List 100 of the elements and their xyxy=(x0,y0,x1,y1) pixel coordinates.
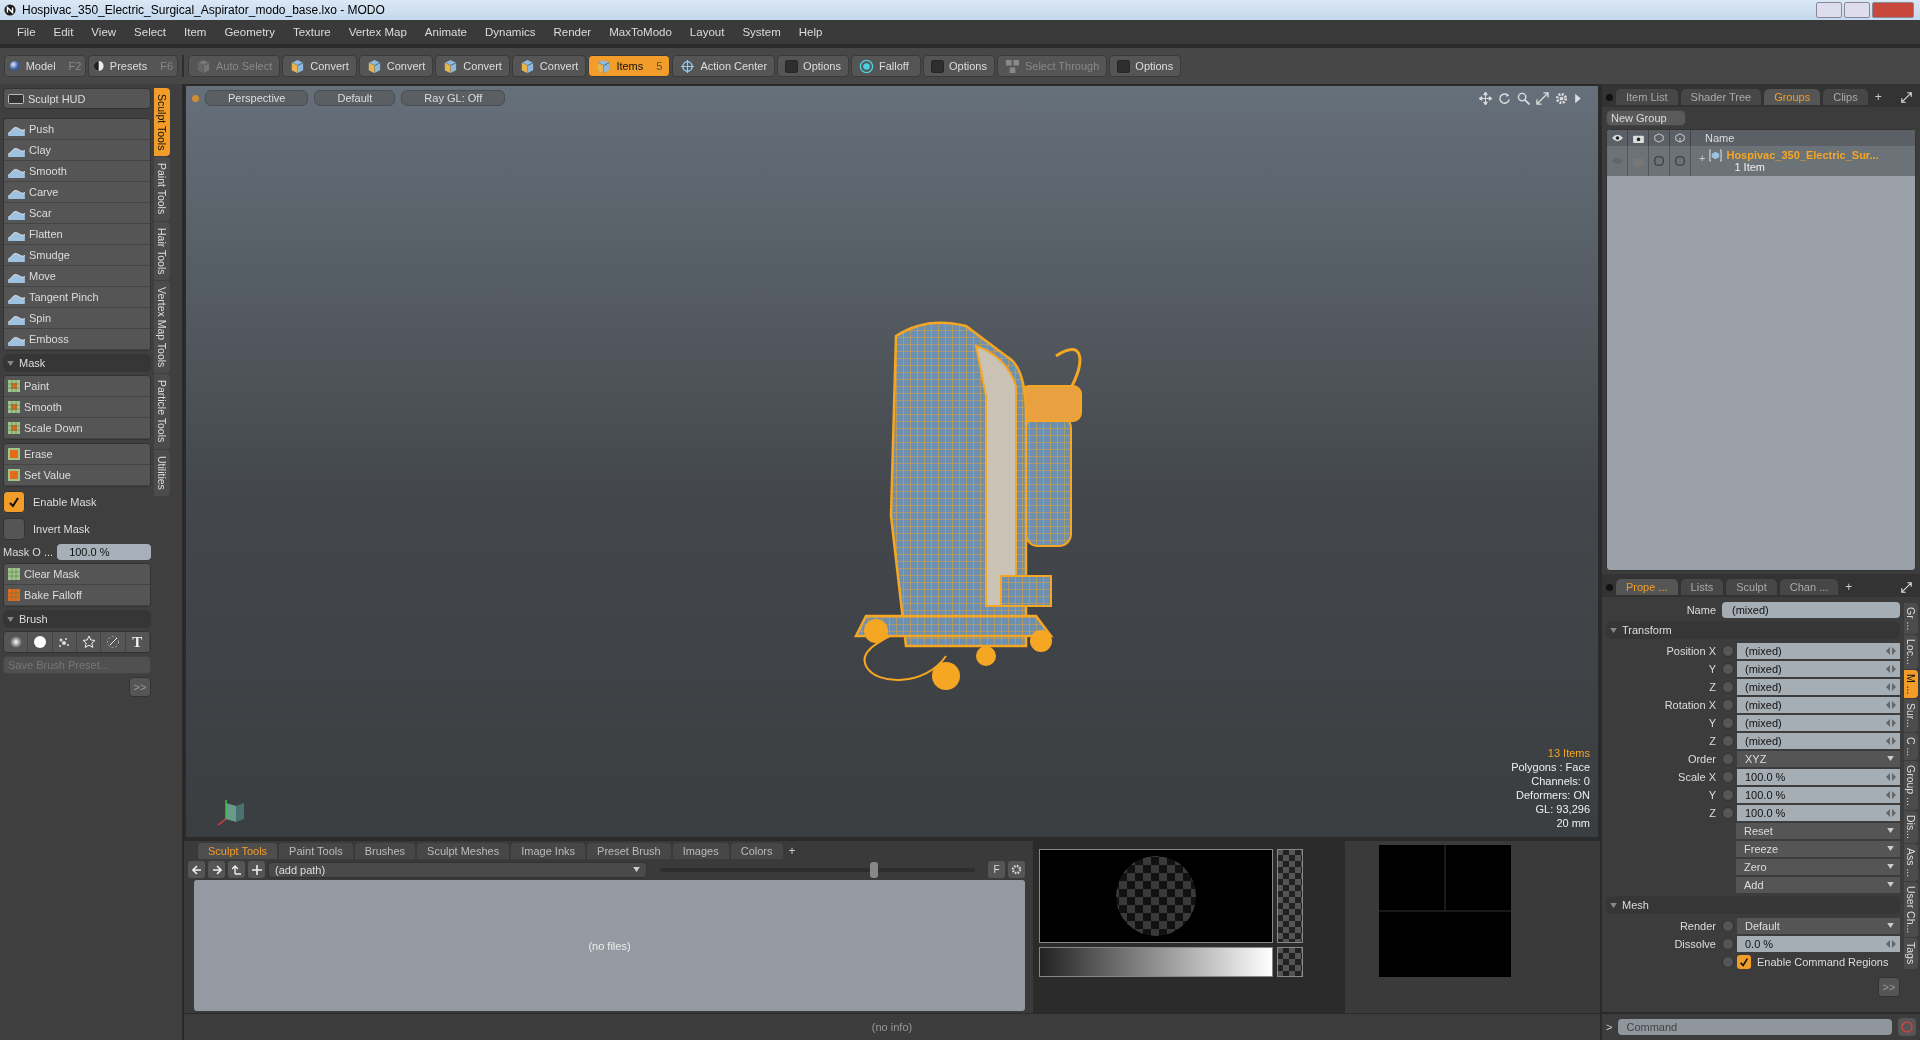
section-header[interactable]: Mesh xyxy=(1606,896,1900,914)
vertical-tab[interactable]: Particle Tools xyxy=(154,374,170,449)
keyframe-dot-icon[interactable] xyxy=(1722,698,1734,711)
name-field[interactable]: (mixed) xyxy=(1722,601,1900,618)
mask-tool-button[interactable]: Scale Down xyxy=(4,418,150,439)
panel-tab[interactable]: Groups xyxy=(1764,89,1821,105)
value-field[interactable]: (mixed) xyxy=(1737,732,1900,749)
add-tab-button[interactable]: + xyxy=(784,844,800,858)
browser-tab[interactable]: Brushes xyxy=(354,843,416,859)
record-icon[interactable] xyxy=(1898,1018,1916,1036)
back-arrow-icon[interactable] xyxy=(188,861,205,878)
spinner-arrows-icon[interactable] xyxy=(1886,700,1896,709)
hard-brush-icon[interactable] xyxy=(28,632,53,652)
value-field[interactable]: (mixed) xyxy=(1737,660,1900,677)
value-field[interactable]: 100.0 % xyxy=(1737,804,1900,821)
minimize-icon[interactable] xyxy=(1816,2,1842,18)
spinner-arrows-icon[interactable] xyxy=(1886,939,1896,948)
browser-tab[interactable]: Images xyxy=(672,843,729,859)
vertical-tab[interactable]: Tags xyxy=(1904,938,1918,969)
keyframe-dot-icon[interactable] xyxy=(1722,734,1734,747)
brush-angle-icon[interactable] xyxy=(101,632,126,652)
keyframe-dot-icon[interactable] xyxy=(1722,806,1734,819)
sculpt-tool-button[interactable]: Smooth xyxy=(4,161,150,182)
vertical-tab[interactable]: M ... xyxy=(1904,670,1918,699)
panel-tab[interactable]: Clips xyxy=(1823,89,1868,105)
checkbox[interactable] xyxy=(1737,954,1751,969)
menu-item[interactable]: Animate xyxy=(415,26,476,38)
expand-toggle[interactable]: + xyxy=(1699,152,1706,164)
spinner-arrows-icon[interactable] xyxy=(1886,682,1896,691)
viewport-option-button[interactable]: Ray GL: Off xyxy=(401,90,506,106)
action-dropdown[interactable]: Freeze xyxy=(1736,840,1900,857)
sculpt-tool-button[interactable]: Flatten xyxy=(4,224,150,245)
viewport-dot-icon[interactable] xyxy=(192,94,199,102)
slider-thumb[interactable] xyxy=(870,861,879,878)
mask-action-button[interactable]: Clear Mask xyxy=(4,564,150,585)
mask-tool-button[interactable]: Set Value xyxy=(4,465,150,486)
browser-tab[interactable]: Image Inks xyxy=(511,843,586,859)
keyframe-dot-icon[interactable] xyxy=(1722,752,1734,765)
add-tab-button[interactable]: + xyxy=(1870,90,1886,104)
mask-tool-button[interactable]: Erase xyxy=(4,444,150,465)
filter-button[interactable]: F xyxy=(988,861,1005,878)
menu-item[interactable]: Select xyxy=(125,26,176,38)
column-header[interactable]: Name xyxy=(1691,132,1735,144)
mask-tool-button[interactable]: Paint xyxy=(4,376,150,397)
menu-item[interactable]: View xyxy=(82,26,126,38)
play-arrow-icon[interactable] xyxy=(1574,91,1582,105)
checkbox[interactable] xyxy=(3,518,25,540)
toolbar-button[interactable]: Convert xyxy=(435,55,510,77)
splatter-brush-icon[interactable] xyxy=(52,632,77,652)
path-dropdown[interactable]: (add path) xyxy=(268,861,647,878)
sculpt-tool-button[interactable]: Clay xyxy=(4,140,150,161)
soft-brush-icon[interactable] xyxy=(4,632,29,652)
vertical-tab[interactable]: User Ch... xyxy=(1904,882,1918,938)
toolbar-button[interactable]: Items 5 xyxy=(588,55,671,77)
menu-item[interactable]: Texture xyxy=(283,26,340,38)
section-header[interactable]: Transform xyxy=(1606,621,1900,639)
settings-icon[interactable] xyxy=(1555,91,1568,105)
panel-tab[interactable]: Prope ... xyxy=(1616,579,1678,595)
rotate-icon[interactable] xyxy=(1498,91,1511,105)
vertical-tab[interactable]: Sur... xyxy=(1904,699,1918,732)
settings-icon[interactable] xyxy=(1008,861,1025,878)
up-folder-icon[interactable] xyxy=(228,861,245,878)
sculpt-tool-button[interactable]: Emboss xyxy=(4,329,150,350)
vertical-tab[interactable]: Gr ... xyxy=(1904,603,1918,635)
browser-tab[interactable]: Colors xyxy=(730,843,783,859)
browser-tab[interactable]: Sculpt Meshes xyxy=(417,843,510,859)
viewport[interactable]: Perspective Default Ray GL: Off 13 Items Polygons : Face Channels: 0 Deformers: ON GL: 93,296 20 mm xyxy=(184,84,1600,839)
browser-tab[interactable]: Sculpt Tools xyxy=(198,843,278,859)
menu-item[interactable]: Vertex Map xyxy=(339,26,416,38)
toolbar-button[interactable]: Action Center xyxy=(672,55,776,77)
sculpt-tool-button[interactable]: Tangent Pinch xyxy=(4,287,150,308)
spinner-arrows-icon[interactable] xyxy=(1886,718,1896,727)
panel-tab[interactable]: Chan ... xyxy=(1779,579,1839,595)
panel-tab[interactable]: Item List xyxy=(1616,89,1678,105)
panel-tab[interactable]: Sculpt xyxy=(1726,579,1777,595)
sculpt-tool-button[interactable]: Move xyxy=(4,266,150,287)
sculpt-tool-button[interactable]: Push xyxy=(4,119,150,140)
keyframe-dot-icon[interactable] xyxy=(1722,716,1734,729)
vertical-tab[interactable]: Group ... xyxy=(1904,761,1918,811)
spinner-arrows-icon[interactable] xyxy=(1886,664,1896,673)
section-header[interactable]: Mask xyxy=(3,354,151,372)
command-field[interactable]: Command xyxy=(1618,1019,1892,1035)
new-group-button[interactable]: New Group xyxy=(1606,110,1686,126)
toolbar-button[interactable]: Convert xyxy=(282,55,357,77)
forward-arrow-icon[interactable] xyxy=(208,861,225,878)
toolbar-button[interactable]: Convert xyxy=(358,55,434,77)
vertical-tab[interactable]: Dis... xyxy=(1904,811,1918,843)
keyframe-dot-icon[interactable] xyxy=(1722,788,1734,801)
panel-dot-icon[interactable] xyxy=(1606,93,1613,101)
mask-opacity-field[interactable]: 100.0 % xyxy=(57,544,151,560)
browser-tab[interactable]: Paint Tools xyxy=(279,843,353,859)
vertical-tab[interactable]: Loc... xyxy=(1904,635,1918,670)
vertical-tab[interactable]: Vertex Map Tools xyxy=(154,281,170,374)
keyframe-dot-icon[interactable] xyxy=(1722,662,1734,675)
search-icon[interactable] xyxy=(1517,91,1530,105)
toolbar-button[interactable]: Convert xyxy=(511,55,587,77)
panel-dot-icon[interactable] xyxy=(1606,583,1613,591)
keyframe-dot-icon[interactable] xyxy=(1722,680,1734,693)
checkbox[interactable] xyxy=(3,491,25,513)
browser-tab[interactable]: Preset Brush xyxy=(587,843,671,859)
